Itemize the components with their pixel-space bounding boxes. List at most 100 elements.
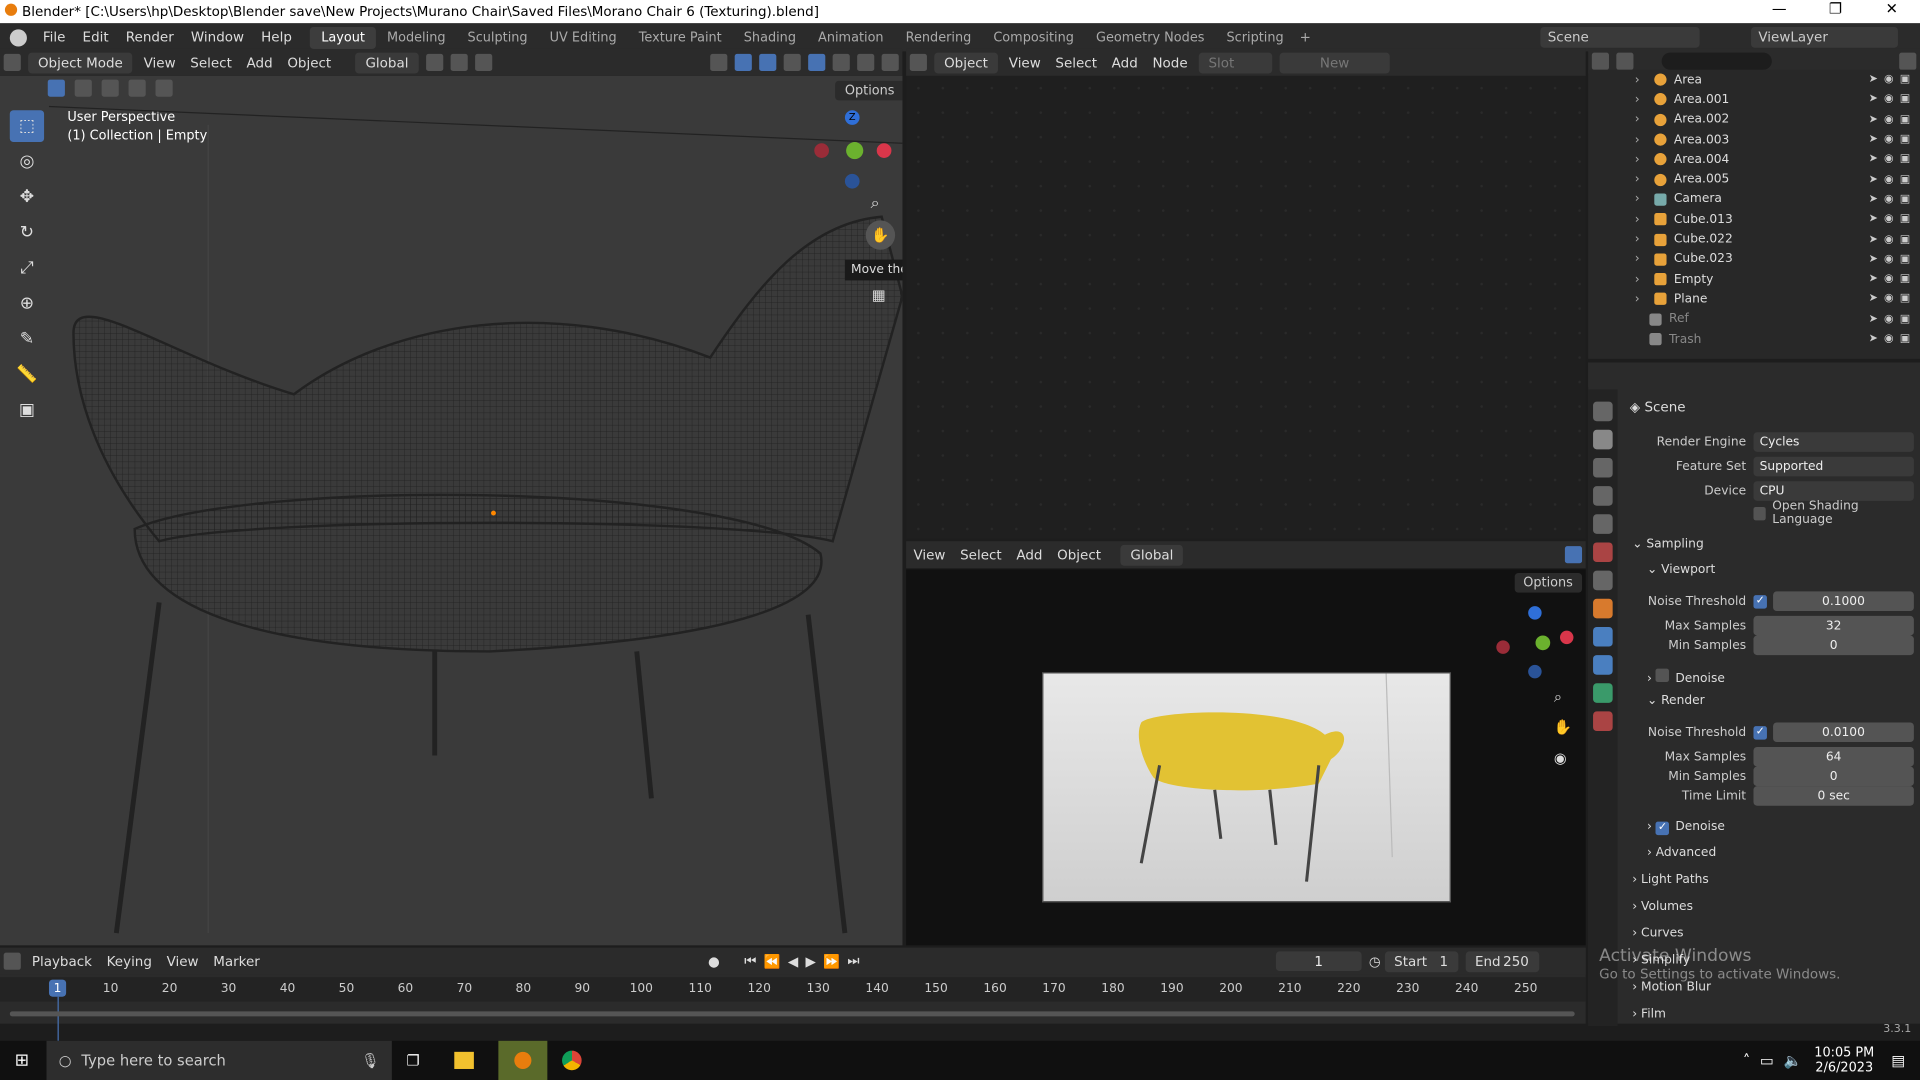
cam-menu-select[interactable]: Select [953,544,1009,565]
editor-type-icon[interactable] [3,53,21,72]
render-engine-dropdown[interactable]: Cycles [1753,432,1914,452]
render-toggle-icon[interactable]: ▣ [1900,173,1910,185]
vp-denoise-row[interactable]: › Denoise [1647,668,1725,686]
taskbar-search[interactable]: ○ Type here to search 🎙 [46,1040,392,1080]
display-mode-icon[interactable] [1616,52,1634,70]
cam-hand-icon[interactable]: ✋ [1554,719,1572,736]
vp-noise-field[interactable]: 0.1000 [1773,591,1914,612]
menu-render[interactable]: Render [117,29,182,45]
cam-gizmo-y[interactable] [1535,635,1551,651]
render-toggle-icon[interactable]: ▣ [1900,74,1910,86]
outliner-item[interactable]: › Cube.023 ➤ ◉ ▣ [1588,249,1920,269]
jump-start-icon[interactable]: ⏮ [744,953,756,970]
viewport-menu-object[interactable]: Object [280,52,339,73]
viewport-menu-add[interactable]: Add [239,52,280,73]
select-toggle-icon[interactable]: ➤ [1869,253,1878,265]
network-icon[interactable]: ▭ [1760,1052,1774,1069]
close-button[interactable]: ✕ [1864,0,1920,17]
keying-menu[interactable]: Keying [99,951,159,972]
eye-icon[interactable]: ◉ [1884,293,1894,305]
eye-icon[interactable]: ◉ [1884,273,1894,285]
render-toggle-icon[interactable]: ▣ [1900,94,1910,106]
render-toggle-icon[interactable]: ▣ [1900,313,1910,325]
pivot-icon[interactable] [425,53,443,72]
cam-gizmo-z[interactable] [1528,606,1542,620]
workspace-tab-animation[interactable]: Animation [807,27,895,49]
render-toggle-icon[interactable]: ▣ [1900,213,1910,225]
workspace-tab-sculpting[interactable]: Sculpting [457,27,539,49]
texture-tab-icon[interactable] [1593,711,1613,732]
render-toggle-icon[interactable]: ▣ [1900,153,1910,165]
cam-gizmo[interactable] [1496,606,1576,679]
select-toggle-icon[interactable]: ➤ [1869,313,1878,325]
cam-zoom-icon[interactable]: ⌕ [1554,688,1562,706]
volumes-section[interactable]: › Volumes [1632,900,1693,913]
outliner-item[interactable]: › Cube.022 ➤ ◉ ▣ [1588,229,1920,249]
r-noise-field[interactable]: 0.0100 [1773,722,1914,743]
maximize-button[interactable]: ❐ [1807,0,1863,17]
jump-end-icon[interactable]: ⏭ [847,953,859,970]
workspace-tab-modeling[interactable]: Modeling [376,27,457,49]
select-toggle-icon[interactable]: ➤ [1869,293,1878,305]
expand-arrow-icon[interactable]: › [1635,153,1652,166]
slot-dropdown[interactable]: Slot [1198,52,1273,73]
time-limit-field[interactable]: 0 sec [1753,786,1914,806]
r-noise-checkbox[interactable]: ✓ [1753,725,1767,739]
render-toggle-icon[interactable]: ▣ [1900,293,1910,305]
cam-rendered-shading-icon[interactable] [1564,546,1583,564]
render-toggle-icon[interactable]: ▣ [1900,273,1910,285]
gizmo-x-axis[interactable] [876,143,892,158]
node-menu-node[interactable]: Node [1145,52,1195,73]
render-toggle-icon[interactable]: ▣ [1900,114,1910,126]
cam-orientation-dropdown[interactable]: Global [1120,544,1184,566]
node-editor-type-icon[interactable] [909,53,927,72]
outliner-item[interactable]: Trash ➤ ◉ ▣ [1588,329,1920,349]
select-toggle-icon[interactable]: ➤ [1869,173,1878,185]
select-toggle-icon[interactable]: ➤ [1869,114,1878,126]
expand-arrow-icon[interactable]: › [1635,173,1652,186]
outliner-item[interactable]: › Cube.013 ➤ ◉ ▣ [1588,209,1920,229]
camera-viewport[interactable]: Options ⌕ ✋ ◉ [906,569,1586,946]
3d-viewport[interactable]: Options ⬚ ◎ ✥ ↻ ⤢ ⊕ ✎ 📏 ▣ User Perspecti… [0,75,903,946]
timeline-type-icon[interactable] [3,952,21,970]
expand-arrow-icon[interactable]: › [1635,73,1652,86]
orientation-dropdown[interactable]: Global [355,52,419,73]
motion-blur-section[interactable]: › Motion Blur [1632,981,1711,994]
expand-arrow-icon[interactable]: › [1635,113,1652,126]
volume-icon[interactable]: 🔈 [1784,1052,1802,1069]
node-menu-view[interactable]: View [1001,52,1048,73]
expand-arrow-icon[interactable]: › [1635,133,1652,146]
cam-menu-view[interactable]: View [906,544,953,565]
outliner-search[interactable] [1661,52,1772,70]
eye-icon[interactable]: ◉ [1884,173,1894,185]
tool-tab-icon[interactable] [1593,401,1613,422]
select-toggle-icon[interactable]: ➤ [1869,74,1878,86]
preview-range-icon[interactable]: ◷ [1369,953,1381,969]
eye-icon[interactable]: ◉ [1884,74,1894,86]
move-view-icon[interactable]: ✋ [865,220,896,250]
workspace-tab-rendering[interactable]: Rendering [895,27,983,49]
timeline-view-menu[interactable]: View [159,951,206,972]
playback-menu[interactable]: Playback [24,951,99,972]
osl-row[interactable]: Open Shading Language [1625,500,1914,527]
workspace-tab-uv-editing[interactable]: UV Editing [539,27,628,49]
play-reverse-icon[interactable]: ◀ [788,953,798,969]
clock[interactable]: 10:05 PM 2/6/2023 [1814,1046,1874,1075]
eye-icon[interactable]: ◉ [1884,94,1894,106]
advanced-subsection[interactable]: › Advanced [1647,846,1716,859]
eye-icon[interactable]: ◉ [1884,193,1894,205]
minimize-button[interactable]: — [1751,0,1807,17]
select-toggle-icon[interactable]: ➤ [1869,333,1878,345]
render-toggle-icon[interactable]: ▣ [1900,134,1910,146]
camera-view-icon[interactable]: ▦ [872,287,886,304]
outliner-item[interactable]: › Area.005 ➤ ◉ ▣ [1588,170,1920,190]
eye-icon[interactable]: ◉ [1884,134,1894,146]
output-tab-icon[interactable] [1593,457,1613,478]
collection-tab-icon[interactable] [1593,570,1613,591]
wireframe-shading-icon[interactable] [808,53,826,72]
render-toggle-icon[interactable]: ▣ [1900,233,1910,245]
start-frame-field[interactable]: Start 1 [1384,950,1458,972]
object-tab-icon[interactable] [1593,598,1613,619]
workspace-tab-geometry-nodes[interactable]: Geometry Nodes [1085,27,1216,49]
record-icon[interactable]: ● [708,953,720,969]
